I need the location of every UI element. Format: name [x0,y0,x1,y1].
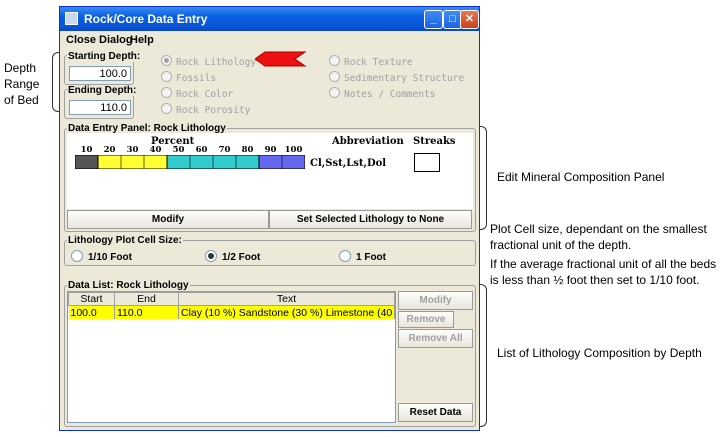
option-label: Rock Color [176,89,234,100]
data-list-title: Data List: Rock Lithology [67,280,190,291]
option-label: 1 Foot [356,252,386,263]
minimize-button[interactable]: _ [424,10,443,29]
table-row[interactable]: 100.0 110.0 Clay (10 %) Sandstone (30 %)… [68,305,395,319]
rock-core-dialog: Rock/Core Data Entry _ □ ✕ Close Dialog … [59,6,480,431]
plot-cell-note-annotation: If the average fractional unit of all th… [490,257,717,287]
option-label: Sedimentary Structure [344,73,465,84]
option-rock-porosity[interactable]: Rock Porosity [161,103,250,116]
percent-ticks: 10 20 30 40 50 60 70 80 90 100 [75,145,305,155]
option-rock-lithology[interactable]: Rock Lithology [161,55,256,68]
radio-selected-icon [205,250,217,262]
abbreviation-label: Abbreviation [332,136,404,147]
radio-icon [339,250,351,262]
data-list-table: Start End Text 100.0 110.0 Clay (10 %) S… [68,292,395,319]
radio-icon [161,87,172,98]
window-title: Rock/Core Data Entry [84,12,208,26]
cell-size-half-foot[interactable]: 1/2 Foot [205,250,260,263]
cell-size-tenth-foot[interactable]: 1/10 Foot [71,250,132,263]
option-label: Rock Porosity [176,105,251,116]
option-label: Notes / Comments [344,89,436,100]
depth-annotation: Depth Range of Bed [4,61,40,107]
percent-tick-label: 30 [126,145,139,155]
set-lithology-none-button[interactable]: Set Selected Lithology to None [269,210,472,229]
option-notes-comments[interactable]: Notes / Comments [329,87,436,100]
option-label: Rock Lithology [176,57,257,68]
radio-selected-icon [161,55,172,66]
percent-tick-label: 40 [149,145,162,155]
ending-depth-field[interactable]: 110.0 [69,100,131,115]
ending-depth-label: Ending Depth: [67,85,138,96]
list-modify-button[interactable]: Modify [398,291,473,310]
option-rock-texture[interactable]: Rock Texture [329,55,413,68]
menu-bar: Close Dialog Help [60,31,479,49]
radio-icon [329,71,340,82]
starting-depth-field[interactable]: 100.0 [69,66,131,81]
percent-tick-label: 50 [172,145,185,155]
modify-lithology-button[interactable]: Modify [67,210,269,229]
row-text: Clay (10 %) Sandstone (30 %) Limestone (… [178,305,395,319]
reset-data-button[interactable]: Reset Data [398,403,473,422]
list-remove-all-button[interactable]: Remove All [398,329,473,348]
option-fossils[interactable]: Fossils [161,71,216,84]
option-label: Rock Texture [344,57,413,68]
composition-segment [75,155,99,169]
list-brace [480,284,487,427]
percent-tick-label: 10 [80,145,93,155]
edit-panel-brace [480,126,487,230]
percent-tick-label: 80 [241,145,254,155]
depth-brace [52,52,59,112]
close-button[interactable]: ✕ [460,10,479,29]
radio-icon [161,103,172,114]
edit-panel-annotation: Edit Mineral Composition Panel [497,170,665,184]
option-label: Fossils [176,73,217,84]
abbreviation-value: Cl,Sst,Lst,Dol [310,158,387,169]
percent-tick-label: 20 [103,145,116,155]
composition-segment [97,155,168,169]
percent-tick-label: 70 [218,145,231,155]
menu-close-dialog[interactable]: Close Dialog [66,34,133,46]
cell-size-title: Lithology Plot Cell Size: [67,235,183,246]
column-start[interactable]: Start [68,292,115,306]
menu-help[interactable]: Help [130,34,154,46]
radio-icon [329,87,340,98]
row-end: 110.0 [114,305,179,319]
app-icon [65,12,78,25]
streaks-label: Streaks [413,136,456,147]
streaks-box[interactable] [414,153,440,172]
option-label: 1/10 Foot [88,252,132,263]
composition-bar [75,155,305,169]
column-text[interactable]: Text [178,292,395,306]
starting-depth-label: Starting Depth: [67,51,142,62]
plot-cell-annotation: Plot Cell size, dependant on the smalles… [490,222,707,252]
list-remove-button[interactable]: Remove [398,311,454,328]
percent-tick-label: 100 [284,145,303,155]
radio-icon [329,55,340,66]
percent-tick-label: 60 [195,145,208,155]
column-end[interactable]: End [114,292,179,306]
title-bar[interactable]: Rock/Core Data Entry _ □ ✕ [60,7,479,31]
cell-size-one-foot[interactable]: 1 Foot [339,250,386,263]
option-sedimentary-structure[interactable]: Sedimentary Structure [329,71,464,84]
option-label: 1/2 Foot [222,252,261,263]
radio-icon [161,71,172,82]
option-rock-color[interactable]: Rock Color [161,87,233,100]
radio-icon [71,250,83,262]
list-annotation: List of Lithology Composition by Depth [497,346,702,360]
pointer-arrow-icon [255,51,307,67]
percent-tick-label: 90 [264,145,277,155]
row-start: 100.0 [68,305,115,319]
